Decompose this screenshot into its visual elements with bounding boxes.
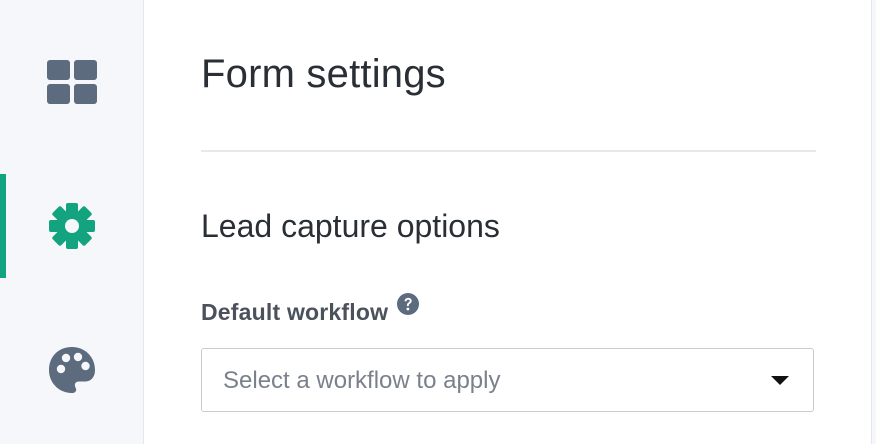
title-divider (201, 150, 816, 152)
palette-icon (47, 345, 97, 395)
caret-down-icon (771, 376, 789, 385)
dashboard-grid-icon (46, 60, 97, 104)
default-workflow-label-row: Default workflow (201, 292, 420, 332)
question-circle-icon[interactable] (397, 293, 420, 315)
default-workflow-label: Default workflow (201, 299, 389, 325)
gear-icon (48, 202, 96, 250)
sidebar-item-appearance[interactable] (0, 318, 143, 422)
sidebar (0, 0, 144, 444)
sidebar-item-dashboard[interactable] (0, 30, 143, 134)
sidebar-item-settings[interactable] (0, 174, 143, 278)
right-panel-edge (871, 0, 876, 444)
section-title: Lead capture options (201, 208, 500, 244)
workflow-select[interactable]: Select a workflow to apply (201, 348, 814, 412)
form-settings-app: Form settings Lead capture options Defau… (0, 0, 876, 444)
page-title: Form settings (201, 52, 446, 96)
workflow-select-placeholder: Select a workflow to apply (223, 367, 501, 394)
